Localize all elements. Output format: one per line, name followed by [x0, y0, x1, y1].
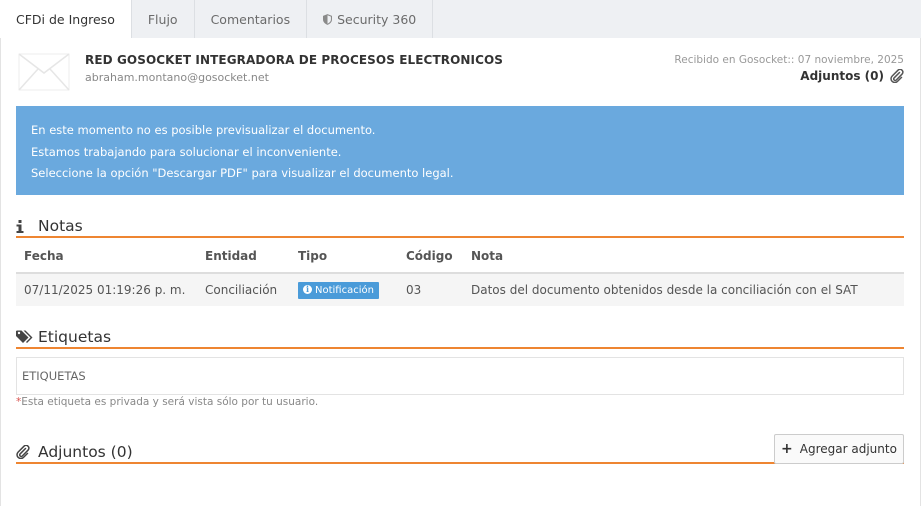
- tags-placeholder: ETIQUETAS: [22, 369, 86, 383]
- sender-email: abraham.montano@gosocket.net: [85, 71, 269, 84]
- column-header-tipo: Tipo: [290, 240, 398, 274]
- tags-input[interactable]: ETIQUETAS: [16, 357, 904, 395]
- attachments-count: Adjuntos (0): [800, 69, 884, 83]
- cell-nota: Datos del documento obtenidos desde la c…: [463, 273, 904, 306]
- shield-icon: [323, 13, 333, 25]
- tab-bar: CFDi de Ingreso Flujo Comentarios Securi…: [0, 0, 921, 38]
- add-attachment-button[interactable]: + Agregar adjunto: [774, 434, 904, 464]
- cell-entidad: Conciliación: [197, 273, 290, 306]
- column-header-nota: Nota: [463, 240, 904, 274]
- notification-badge: i Notificación: [298, 281, 379, 299]
- badge-label: Notificación: [315, 284, 374, 296]
- tab-cfdi-ingreso[interactable]: CFDi de Ingreso: [0, 0, 132, 38]
- info-icon: [16, 219, 24, 233]
- alert-line: Seleccione la opción "Descargar PDF" par…: [31, 166, 454, 180]
- add-attachment-label: Agregar adjunto: [799, 442, 897, 456]
- cell-codigo: 03: [398, 273, 463, 306]
- tags-icon: [16, 330, 33, 343]
- alert-line: Estamos trabajando para solucionar el in…: [31, 144, 342, 159]
- cell-fecha: 07/11/2025 01:19:26 p. m.: [16, 273, 197, 306]
- tab-label: Flujo: [147, 11, 178, 27]
- column-header-entidad: Entidad: [197, 240, 290, 274]
- tab-flujo[interactable]: Flujo: [132, 0, 195, 38]
- alert-line: En este momento no es posible previsuali…: [31, 123, 376, 137]
- tab-label: Comentarios: [210, 11, 291, 27]
- notes-table: Fecha Entidad Tipo Código Nota 07/11/202…: [16, 240, 904, 306]
- table-row: 07/11/2025 01:19:26 p. m. Conciliación i…: [16, 273, 904, 306]
- attachments-section-header: Adjuntos (0): [16, 442, 904, 464]
- column-header-fecha: Fecha: [16, 240, 197, 274]
- notes-title: Notas: [38, 217, 83, 235]
- tags-section-header: Etiquetas: [16, 327, 904, 349]
- paperclip-icon: [890, 69, 904, 83]
- cell-tipo: i Notificación: [290, 273, 398, 306]
- attachments-link[interactable]: Adjuntos (0): [800, 69, 904, 83]
- info-circle-icon: i: [303, 285, 312, 294]
- attachments-title: Adjuntos (0): [38, 443, 133, 461]
- preview-unavailable-alert: En este momento no es posible previsuali…: [16, 106, 904, 195]
- plus-icon: +: [781, 441, 793, 457]
- paperclip-icon: [16, 445, 30, 459]
- sender-name: RED GOSOCKET INTEGRADORA DE PROCESOS ELE…: [85, 53, 504, 67]
- tab-security-360[interactable]: Security 360: [307, 0, 434, 38]
- tags-privacy-note: *Esta etiqueta es privada y será vista s…: [16, 396, 318, 408]
- tab-label: CFDi de Ingreso: [16, 11, 115, 27]
- tab-label: Security 360: [337, 11, 417, 27]
- column-header-codigo: Código: [398, 240, 463, 274]
- tab-comentarios[interactable]: Comentarios: [195, 0, 308, 38]
- notes-section-header: Notas: [16, 216, 904, 238]
- tags-title: Etiquetas: [38, 328, 112, 346]
- envelope-icon: [18, 53, 70, 91]
- received-date: Recibido en Gosocket:: 07 noviembre, 202…: [674, 54, 904, 66]
- tags-note-text: Esta etiqueta es privada y será vista só…: [21, 396, 319, 408]
